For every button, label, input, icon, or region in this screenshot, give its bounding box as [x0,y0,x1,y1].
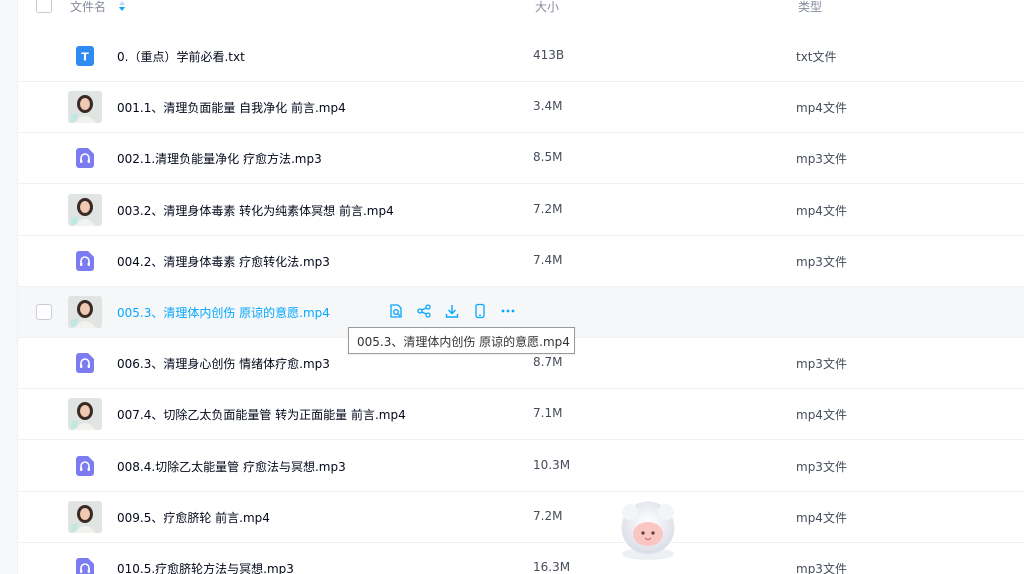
audio-file-icon [75,147,95,173]
file-name[interactable]: 010.5.疗愈脐轮方法与冥想.mp3 [117,560,294,574]
more-icon[interactable] [500,303,518,321]
preview-icon[interactable] [388,303,406,321]
file-name[interactable]: 005.3、清理体内创伤 原谅的意愿.mp4 [117,304,330,321]
column-header-name[interactable]: 文件名 [70,0,126,15]
file-name[interactable]: 009.5、疗愈脐轮 前言.mp4 [117,509,270,526]
video-thumbnail [68,500,102,537]
filename-tooltip: 005.3、清理体内创伤 原谅的意愿.mp4 [348,327,575,354]
file-row[interactable]: 010.5.疗愈脐轮方法与冥想.mp3 16.3M mp3文件 [18,543,1024,574]
left-sidebar-edge [0,0,18,574]
file-type: mp4文件 [796,408,847,423]
file-size: 16.3M [533,560,571,574]
file-size: 7.2M [533,508,563,523]
select-all-checkbox[interactable] [36,0,52,13]
file-size: 413B [533,48,565,62]
file-type: mp4文件 [796,101,847,116]
share-icon[interactable] [416,303,434,321]
column-header-type[interactable]: 类型 [798,0,822,15]
file-name[interactable]: 001.1、清理负面能量 自我净化 前言.mp4 [117,99,346,116]
file-row[interactable]: 001.1、清理负面能量 自我净化 前言.mp4 3.4M mp4文件 [18,82,1024,134]
file-row[interactable]: 004.2、清理身体毒素 疗愈转化法.mp3 7.4M mp3文件 [18,236,1024,287]
audio-file-icon [75,250,95,276]
file-size: 8.5M [533,150,563,165]
column-header-size[interactable]: 大小 [535,0,559,15]
file-name[interactable]: 0.（重点）学前必看.txt [117,48,245,65]
file-size: 7.2M [533,201,563,216]
file-row[interactable]: T 0.（重点）学前必看.txt 413B txt文件 [18,31,1024,82]
audio-file-icon [75,455,95,481]
video-thumbnail [68,193,102,230]
row-checkbox[interactable] [36,304,52,320]
file-row[interactable]: 008.4.切除乙太能量管 疗愈法与冥想.mp3 10.3M mp3文件 [18,441,1024,492]
file-type: mp4文件 [796,203,847,218]
sort-icon[interactable] [118,0,126,15]
audio-file-icon [75,352,95,378]
file-list: 文件名 大小 类型 T 0.（重点）学前必看.txt 413B txt文件 001.1、… [18,0,1024,574]
file-type: mp4文件 [796,510,847,525]
svg-text:T: T [81,51,89,64]
file-type: mp3文件 [796,459,847,474]
file-name[interactable]: 006.3、清理身心创伤 情绪体疗愈.mp3 [117,355,330,372]
file-type: mp3文件 [796,357,847,372]
file-type: mp3文件 [796,254,847,269]
video-thumbnail [68,398,102,434]
file-size: 3.4M [533,99,563,114]
file-name[interactable]: 002.1.清理负能量净化 疗愈方法.mp3 [117,150,322,167]
file-name[interactable]: 003.2、清理身体毒素 转化为纯素体冥想 前言.mp4 [117,202,394,219]
file-list-header: 文件名 大小 类型 [18,0,1024,20]
file-row[interactable]: 007.4、切除乙太负面能量管 转为正面能量 前言.mp4 7.1M mp4文件 [18,389,1024,441]
file-row[interactable]: 003.2、清理身体毒素 转化为纯素体冥想 前言.mp4 7.2M mp4文件 [18,185,1024,236]
file-type: mp3文件 [796,152,847,167]
file-name[interactable]: 008.4.切除乙太能量管 疗愈法与冥想.mp3 [117,458,346,475]
file-row[interactable]: 009.5、疗愈脐轮 前言.mp4 7.2M mp4文件 [18,492,1024,543]
file-size: 7.4M [533,252,563,267]
text-file-icon: T [75,45,95,71]
column-header-name-label: 文件名 [70,0,107,14]
video-thumbnail [68,296,102,332]
file-row[interactable]: 002.1.清理负能量净化 疗愈方法.mp3 8.5M mp3文件 [18,133,1024,185]
file-size: 10.3M [533,457,571,472]
file-size: 8.7M [533,355,563,370]
video-thumbnail [68,91,102,127]
file-name[interactable]: 004.2、清理身体毒素 疗愈转化法.mp3 [117,253,330,270]
file-type: txt文件 [796,50,837,64]
phone-icon[interactable] [472,303,490,321]
file-name[interactable]: 007.4、切除乙太负面能量管 转为正面能量 前言.mp4 [117,406,406,423]
file-type: mp3文件 [796,562,847,574]
download-icon[interactable] [444,303,462,321]
audio-file-icon [75,557,95,574]
assistant-mascot[interactable] [612,498,684,564]
file-size: 7.1M [533,406,563,421]
